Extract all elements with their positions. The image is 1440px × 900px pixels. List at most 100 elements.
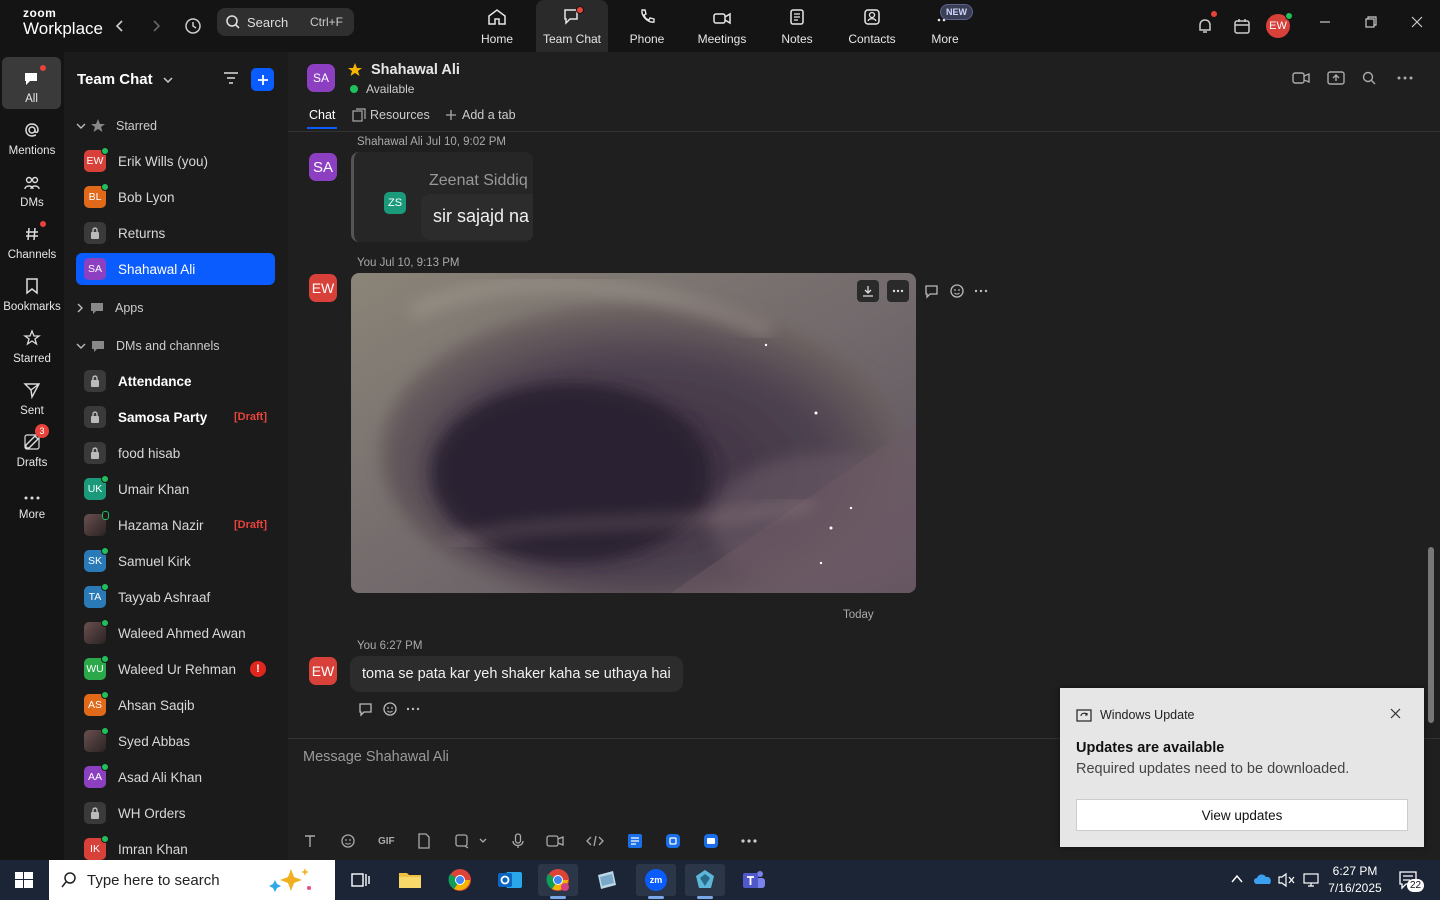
list-item[interactable]: Attendance (76, 365, 275, 397)
rail-bookmarks[interactable]: Bookmarks (2, 265, 62, 317)
network-button[interactable] (1302, 872, 1320, 888)
reply-icon[interactable] (924, 283, 940, 299)
profile-button[interactable]: EW (1264, 0, 1293, 52)
rail-channels[interactable]: Channels (2, 213, 62, 265)
chat-header-avatar[interactable]: SA (307, 64, 335, 92)
taskbar-search[interactable]: Type here to search (49, 860, 335, 900)
rail-drafts[interactable]: 3 Drafts (2, 421, 62, 473)
filter-button[interactable] (222, 70, 240, 86)
emoji-icon[interactable] (340, 833, 356, 849)
chrome-button[interactable] (440, 864, 480, 896)
zoom-button[interactable]: zm (636, 864, 676, 899)
list-item[interactable]: Waleed Ahmed Awan (76, 617, 275, 649)
list-item[interactable]: SA Shahawal Ali (76, 253, 275, 285)
tab-phone[interactable]: Phone (611, 0, 683, 52)
list-item[interactable]: Syed Abbas (76, 725, 275, 757)
outlook-button[interactable] (490, 864, 530, 896)
message-input[interactable]: Message Shahawal Ali (303, 749, 449, 765)
rail-more[interactable]: More (2, 473, 62, 525)
action-center-button[interactable]: 22 (1398, 870, 1425, 892)
message-avatar[interactable]: EW (309, 657, 337, 685)
view-updates-button[interactable]: View updates (1076, 799, 1408, 831)
list-item[interactable]: AS Ahsan Saqib (76, 689, 275, 721)
list-item[interactable]: TA Tayyab Ashraaf (76, 581, 275, 613)
starred-section-header[interactable]: Starred (76, 118, 157, 134)
dms-section-header[interactable]: DMs and channels (76, 338, 220, 354)
list-item[interactable]: Samosa Party [Draft] (76, 401, 275, 433)
app-button[interactable] (587, 864, 627, 896)
notifications-button[interactable] (1192, 0, 1218, 52)
rail-dms[interactable]: DMs (2, 161, 62, 213)
list-item[interactable]: AA Asad Ali Khan (76, 761, 275, 793)
show-hidden-icons-button[interactable] (1230, 872, 1244, 886)
tab-chat[interactable]: Chat (309, 108, 335, 122)
screenshot-icon[interactable] (454, 833, 470, 849)
tab-resources[interactable]: Resources (352, 108, 430, 122)
list-item[interactable]: WH Orders (76, 797, 275, 829)
list-item[interactable]: food hisab (76, 437, 275, 469)
quoted-message[interactable]: ZS Zeenat Siddiq 1 sir sajajd na (351, 152, 533, 242)
tab-contacts[interactable]: Contacts (836, 0, 908, 52)
image-more-button[interactable] (887, 280, 909, 302)
ellipsis-icon[interactable] (406, 707, 420, 711)
apps-section-header[interactable]: Apps (76, 300, 144, 316)
back-button[interactable] (108, 0, 132, 52)
start-button[interactable] (14, 871, 34, 889)
text-format-icon[interactable] (303, 834, 317, 848)
volume-button[interactable] (1277, 872, 1295, 888)
list-item[interactable]: Returns (76, 217, 275, 249)
chat-search-button[interactable] (1362, 71, 1376, 85)
toast-close-button[interactable] (1390, 708, 1401, 719)
chevron-down-icon[interactable] (478, 837, 488, 845)
message-bubble[interactable]: toma se pata kar yeh shaker kaha se utha… (350, 656, 683, 692)
rail-starred[interactable]: Starred (2, 317, 62, 369)
chrome-profile-button[interactable] (538, 864, 578, 899)
search-box[interactable]: Search Ctrl+F (217, 8, 354, 36)
video-message-icon[interactable] (546, 834, 564, 848)
file-icon[interactable] (417, 833, 431, 849)
shared-image[interactable] (351, 273, 916, 593)
rail-all[interactable]: All (2, 57, 61, 109)
taskbar-clock[interactable]: 6:27 PM 7/16/2025 (1326, 863, 1384, 897)
tab-home[interactable]: Home (461, 0, 533, 52)
app-button-2[interactable] (685, 864, 725, 899)
list-item[interactable]: BL Bob Lyon (76, 181, 275, 213)
close-button[interactable] (1394, 0, 1440, 44)
gif-button[interactable]: GIF (378, 836, 395, 847)
list-item[interactable]: WU Waleed Ur Rehman! (76, 653, 275, 685)
minimize-button[interactable] (1302, 0, 1348, 44)
tab-add[interactable]: Add a tab (445, 108, 516, 122)
code-icon[interactable] (585, 835, 604, 847)
add-reaction-icon[interactable] (382, 701, 398, 717)
file-explorer-button[interactable] (390, 864, 430, 896)
list-item[interactable]: UK Umair Khan (76, 473, 275, 505)
app3-icon[interactable] (703, 833, 719, 849)
rail-mentions[interactable]: Mentions (2, 109, 62, 161)
tab-team-chat[interactable]: Team Chat (536, 0, 608, 52)
more-icon[interactable] (741, 839, 757, 843)
reply-icon[interactable] (358, 701, 374, 717)
chat-header-name[interactable]: Shahawal Ali (371, 62, 460, 78)
tab-meetings[interactable]: Meetings (686, 0, 758, 52)
history-button[interactable] (180, 0, 206, 52)
rail-sent[interactable]: Sent (2, 369, 62, 421)
sidebar-title[interactable]: Team Chat (77, 71, 173, 88)
scrollbar[interactable] (1428, 547, 1434, 723)
chat-more-button[interactable] (1397, 76, 1413, 80)
onedrive-button[interactable] (1253, 872, 1273, 886)
list-item[interactable]: EW Erik Wills (you) (76, 145, 275, 177)
message-avatar[interactable]: SA (309, 153, 337, 181)
list-item[interactable]: SK Samuel Kirk (76, 545, 275, 577)
teams-button[interactable] (734, 864, 774, 896)
video-call-button[interactable] (1292, 71, 1310, 85)
tab-notes[interactable]: Notes (761, 0, 833, 52)
app1-icon[interactable] (627, 833, 643, 849)
app2-icon[interactable] (665, 833, 681, 849)
download-image-button[interactable] (857, 280, 879, 302)
list-item[interactable]: Hazama Nazir [Draft] (76, 509, 275, 541)
ellipsis-icon[interactable] (974, 289, 988, 293)
calendar-button[interactable] (1229, 0, 1255, 52)
mic-icon[interactable] (512, 833, 524, 849)
task-view-button[interactable] (340, 864, 380, 896)
restore-button[interactable] (1348, 0, 1394, 44)
